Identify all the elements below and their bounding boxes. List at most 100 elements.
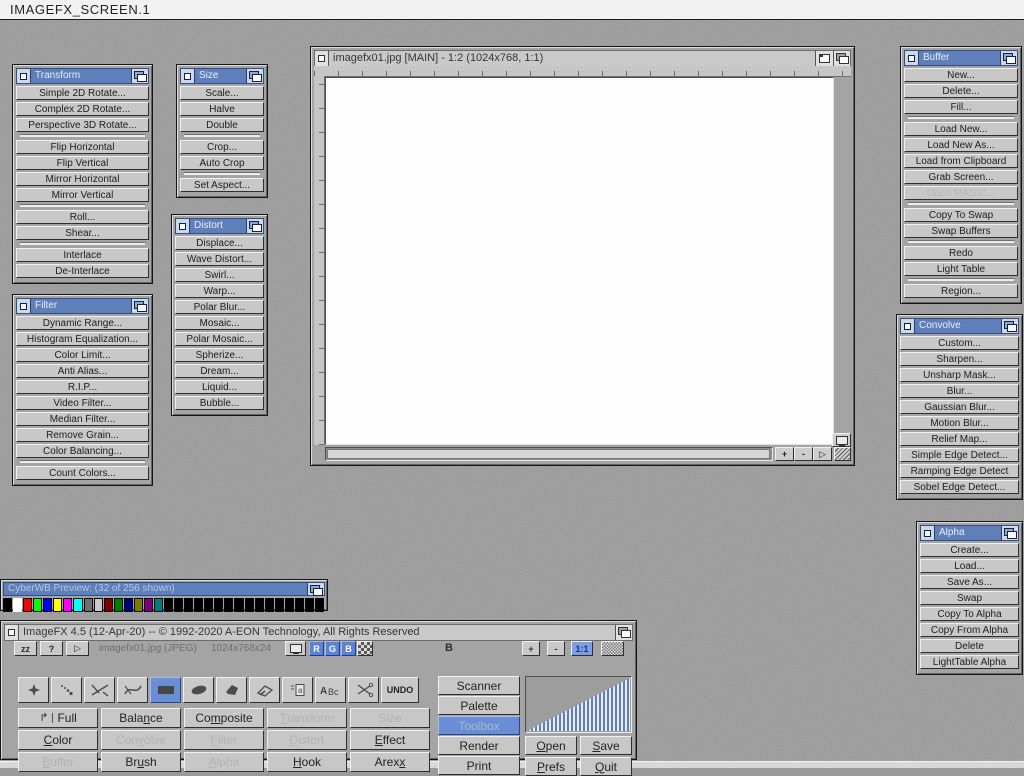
transform-panel-titlebar[interactable]: Transform xyxy=(16,68,149,84)
panel-button[interactable]: Unsharp Mask... xyxy=(900,368,1019,382)
panel-button[interactable]: Liquid... xyxy=(175,380,264,394)
panel-button[interactable]: Region... xyxy=(904,284,1018,298)
panel-button[interactable]: Swap xyxy=(920,591,1019,605)
panel-button[interactable]: Color Limit... xyxy=(16,348,149,362)
alpha-panel-titlebar[interactable]: Alpha xyxy=(920,525,1019,541)
close-icon[interactable] xyxy=(17,299,31,313)
color-swatch[interactable] xyxy=(63,598,72,612)
mode-button[interactable]: Render xyxy=(438,736,520,755)
panel-button[interactable]: Blur... xyxy=(900,384,1019,398)
panel-button[interactable]: Redo xyxy=(904,246,1018,260)
zoom-gadget-icon[interactable] xyxy=(815,51,833,66)
panel-button[interactable] xyxy=(184,172,260,175)
convolve-panel-titlebar[interactable]: Convolve xyxy=(900,318,1019,334)
panel-button[interactable]: Polar Mosaic... xyxy=(175,332,264,346)
command-button[interactable]: ↱ Composite xyxy=(184,708,264,728)
command-button[interactable]: ↱ Brush xyxy=(101,752,181,772)
panel-button[interactable]: Delete xyxy=(920,639,1019,653)
panel-button[interactable]: Crop... xyxy=(180,140,264,154)
color-swatch[interactable] xyxy=(134,598,143,612)
panel-button[interactable]: LightTable Alpha xyxy=(920,655,1019,669)
panel-button[interactable]: Shear... xyxy=(16,226,149,240)
color-swatch[interactable] xyxy=(184,598,193,612)
size-panel-titlebar[interactable]: Size xyxy=(180,68,264,84)
color-swatch[interactable] xyxy=(285,598,294,612)
play-button[interactable]: ▷ xyxy=(813,447,832,461)
polygon-tool-icon[interactable] xyxy=(216,677,247,703)
panel-button[interactable]: Light Table xyxy=(904,262,1018,276)
panel-button[interactable]: R.I.P... xyxy=(16,380,149,394)
panel-button[interactable] xyxy=(908,278,1014,281)
close-icon[interactable] xyxy=(901,319,915,333)
panel-button[interactable]: Spherize... xyxy=(175,348,264,362)
color-swatch[interactable] xyxy=(245,598,254,612)
close-icon[interactable] xyxy=(315,51,329,66)
blue-channel-button[interactable]: B xyxy=(341,641,356,656)
image-window-titlebar[interactable]: imagefx01.jpg [MAIN] - 1:2 (1024x768, 1:… xyxy=(314,50,851,67)
action-button[interactable]: Prefs xyxy=(525,757,577,776)
color-swatch[interactable] xyxy=(53,598,62,612)
color-swatch[interactable] xyxy=(33,598,42,612)
color-swatch[interactable] xyxy=(255,598,264,612)
text-tool-icon[interactable]: ABc xyxy=(315,677,346,703)
color-swatch[interactable] xyxy=(194,598,203,612)
depth-icon[interactable] xyxy=(615,625,632,640)
panel-button[interactable]: Fill... xyxy=(904,100,1018,114)
color-swatch[interactable] xyxy=(214,598,223,612)
command-button[interactable]: ↱ Transform xyxy=(267,708,347,728)
panel-button[interactable] xyxy=(20,242,145,245)
color-swatch[interactable] xyxy=(84,598,93,612)
color-swatch[interactable] xyxy=(234,598,243,612)
panel-button[interactable]: Bubble... xyxy=(175,396,264,410)
depth-icon[interactable] xyxy=(131,69,148,83)
zoom-ratio-button[interactable]: 1:1 xyxy=(571,641,593,656)
panel-button[interactable] xyxy=(908,116,1014,119)
color-swatch[interactable] xyxy=(3,598,12,612)
color-swatch[interactable] xyxy=(295,598,304,612)
sleep-button[interactable]: zz xyxy=(14,641,37,656)
undo-button[interactable]: UNDO xyxy=(381,677,419,703)
color-swatch[interactable] xyxy=(224,598,233,612)
panel-button[interactable]: Copy To Alpha xyxy=(920,607,1019,621)
oval-tool-icon[interactable] xyxy=(183,677,214,703)
panel-button[interactable]: Copy To Swap xyxy=(904,208,1018,222)
panel-button[interactable]: Flip Horizontal xyxy=(16,140,149,154)
panel-button[interactable]: Video Filter... xyxy=(16,396,149,410)
panel-button[interactable]: Count Colors... xyxy=(16,466,149,480)
panel-button[interactable]: Simple Edge Detect... xyxy=(900,448,1019,462)
panel-button[interactable]: Gaussian Blur... xyxy=(900,400,1019,414)
panel-button[interactable]: Load New... xyxy=(904,122,1018,136)
action-button[interactable]: Open xyxy=(525,736,577,755)
filter-panel-titlebar[interactable]: Filter xyxy=(16,298,149,314)
color-swatch[interactable] xyxy=(265,598,274,612)
depth-icon[interactable] xyxy=(246,69,263,83)
panel-button[interactable]: Simple 2D Rotate... xyxy=(16,86,149,100)
close-icon[interactable] xyxy=(181,69,195,83)
panel-button[interactable] xyxy=(20,460,145,463)
panel-button[interactable]: Double xyxy=(180,118,264,132)
color-swatch[interactable] xyxy=(94,598,103,612)
play-macro-button[interactable]: ▷ xyxy=(66,641,89,656)
color-swatch[interactable] xyxy=(275,598,284,612)
depth-icon[interactable] xyxy=(246,219,263,233)
buffer-panel-titlebar[interactable]: Buffer xyxy=(904,50,1018,66)
panel-button[interactable]: Wave Distort... xyxy=(175,252,264,266)
panel-button[interactable]: Mirror Horizontal xyxy=(16,172,149,186)
color-swatch[interactable] xyxy=(124,598,133,612)
panel-button[interactable]: Warp... xyxy=(175,284,264,298)
command-button[interactable]: ↱ Full xyxy=(18,708,98,728)
command-button[interactable]: ↱ Convolve xyxy=(101,730,181,750)
panel-button[interactable] xyxy=(184,134,260,137)
color-swatch[interactable] xyxy=(154,598,163,612)
panel-button[interactable]: Displace... xyxy=(175,236,264,250)
horizontal-scrollbar[interactable] xyxy=(325,447,773,461)
panel-button[interactable]: Sobel Edge Detect... xyxy=(900,480,1019,494)
panel-button[interactable]: Mirror Vertical xyxy=(16,188,149,202)
line-tool-icon[interactable] xyxy=(84,677,115,703)
color-swatch[interactable] xyxy=(73,598,82,612)
green-channel-button[interactable]: G xyxy=(325,641,340,656)
panel-button[interactable]: Load New As... xyxy=(904,138,1018,152)
close-icon[interactable] xyxy=(176,219,190,233)
help-button[interactable]: ? xyxy=(40,641,63,656)
color-swatch[interactable] xyxy=(315,598,324,612)
